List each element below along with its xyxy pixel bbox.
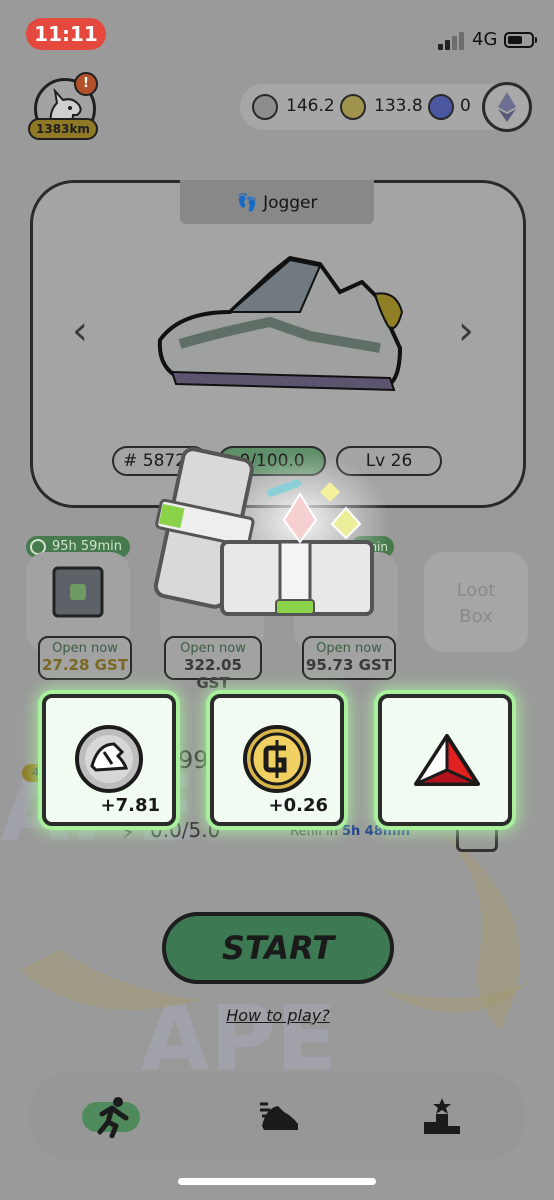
prev-sneaker-button[interactable]: ‹	[72, 308, 88, 354]
sol-token-icon	[428, 94, 454, 120]
reward-tile-gmt: +0.26	[210, 694, 344, 826]
how-to-play-link[interactable]: How to play?	[226, 1006, 330, 1025]
open-now-button-2[interactable]: Open now 322.05 GST	[164, 636, 262, 692]
gmt-token-icon	[340, 94, 366, 120]
reward-amount: +0.26	[268, 795, 329, 816]
reward-tile-gst: +7.81	[42, 694, 176, 826]
nav-sneaker-icon[interactable]	[258, 1096, 302, 1136]
gmt-balance: 133.8	[374, 96, 423, 116]
distance-badge: 1383km	[28, 118, 98, 140]
sneaker-type: Jogger	[263, 193, 318, 213]
refill-label: Refill in	[290, 824, 338, 839]
red-gem-icon	[414, 734, 480, 786]
open-now-price: 322.05 GST	[184, 656, 242, 692]
loot-label-1: Loot	[456, 580, 496, 601]
gst-balance: 146.2	[286, 96, 335, 116]
notification-badge: !	[74, 72, 98, 96]
ethereum-icon	[498, 92, 516, 122]
gmt-coin-icon	[243, 725, 311, 793]
footprints-icon: 👣	[236, 193, 258, 213]
open-now-label: Open now	[180, 641, 246, 656]
status-time: 11:11	[26, 18, 106, 50]
open-now-button-3[interactable]: Open now 95.73 GST	[302, 636, 396, 680]
home-indicator	[178, 1178, 376, 1185]
sneaker-type-tab: 👣 Jogger	[180, 180, 374, 224]
refill-time: 5h 48min	[341, 824, 411, 839]
loot-box-slot[interactable]: Loot Box	[424, 552, 528, 652]
open-now-label: Open now	[316, 641, 382, 656]
signal-icon	[438, 32, 466, 50]
open-now-button-1[interactable]: Open now 27.28 GST	[38, 636, 132, 680]
sol-balance: 0	[460, 96, 471, 116]
open-now-label: Open now	[52, 641, 118, 656]
refill-info: Refill in 5h 48min	[290, 824, 410, 839]
bottom-nav	[30, 1072, 526, 1160]
reward-amount: +7.81	[100, 795, 161, 816]
open-now-price: 95.73 GST	[305, 656, 392, 674]
reward-tile-gem	[378, 694, 512, 826]
battery-icon	[504, 32, 537, 48]
network-label: 4G	[472, 29, 498, 50]
next-sneaker-button[interactable]: ›	[458, 308, 474, 354]
wallet-button[interactable]	[482, 82, 532, 132]
box-icon	[52, 566, 104, 618]
nav-run-icon[interactable]	[92, 1096, 132, 1138]
loot-label-2: Box	[459, 606, 493, 627]
gst-coin-icon	[75, 725, 143, 793]
nav-leaderboard-icon[interactable]	[422, 1096, 462, 1136]
box-opening-animation	[153, 447, 390, 616]
start-button[interactable]: START	[162, 912, 394, 984]
open-now-price: 27.28 GST	[41, 656, 128, 674]
sneaker-image	[157, 255, 404, 392]
gst-token-icon	[252, 94, 278, 120]
